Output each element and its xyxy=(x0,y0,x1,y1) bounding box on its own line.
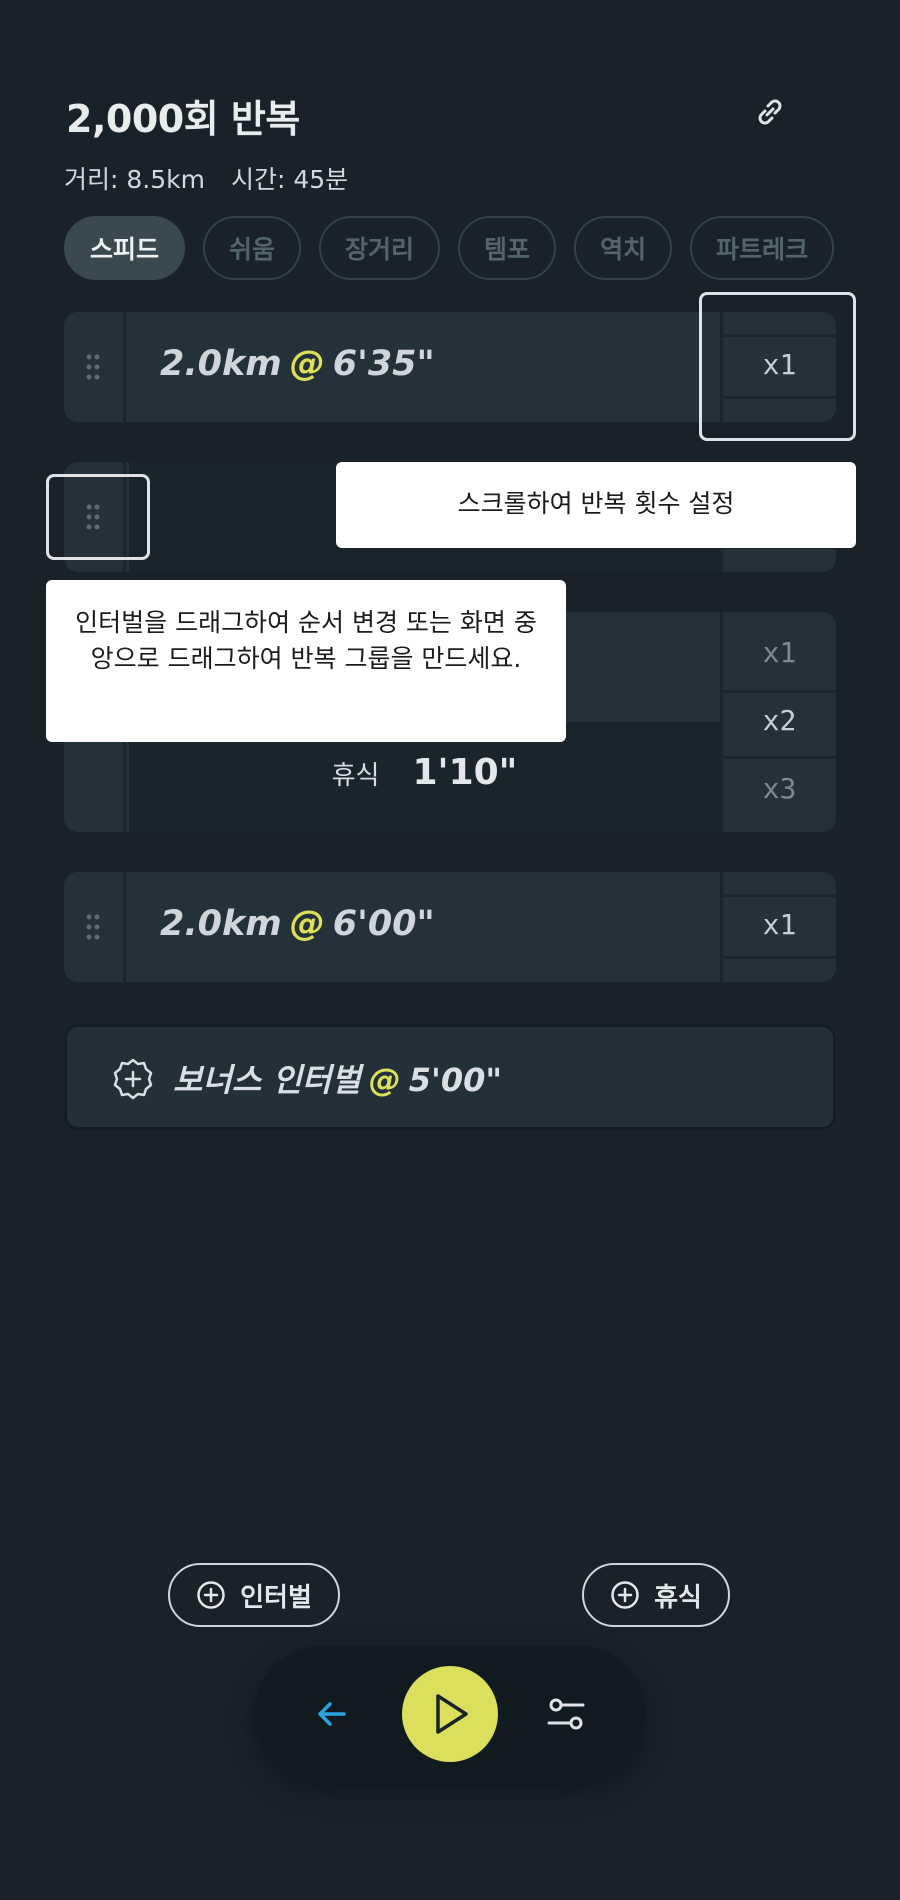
repeat-picker[interactable]: x1 x2 x3 xyxy=(720,612,836,832)
tag-fartlek[interactable]: 파트레크 xyxy=(690,216,835,280)
workout-stats: 거리: 8.5km 시간: 45분 xyxy=(64,160,348,196)
rest-time: 1'10" xyxy=(412,752,518,793)
tag-list: 스피드 쉬움 장거리 템포 역치 파트레크 xyxy=(64,216,842,280)
tag-speed[interactable]: 스피드 xyxy=(64,216,186,280)
repeat-value: x1 xyxy=(762,908,797,941)
drag-handle-icon xyxy=(86,914,100,940)
interval-card[interactable]: 2.0km @6'00" x1 xyxy=(64,872,836,982)
drag-handle-icon xyxy=(86,354,100,380)
repeat-option-selected[interactable]: x2 xyxy=(723,704,836,737)
interval-label: 2.0km @6'00" xyxy=(160,904,435,944)
add-rest-button[interactable]: 휴식 xyxy=(582,1563,730,1627)
plus-circle-icon xyxy=(197,1581,225,1609)
repeat-option[interactable]: x3 xyxy=(723,772,836,805)
page-title: 2,000회 반복 xyxy=(66,97,300,141)
rest-label: 휴식 xyxy=(331,761,380,791)
tag-long[interactable]: 장거리 xyxy=(319,216,441,280)
distance-stat: 거리: 8.5km xyxy=(64,165,205,194)
link-icon[interactable] xyxy=(752,94,788,130)
tooltip-scroll-reps: 스크롤하여 반복 횟수 설정 xyxy=(336,462,856,548)
drag-handle-highlight xyxy=(46,474,150,560)
tag-tempo[interactable]: 템포 xyxy=(458,216,557,280)
interval-label: 2.0km @6'35" xyxy=(160,344,435,384)
tooltip-drag-intervals: 인터벌을 드래그하여 순서 변경 또는 화면 중앙으로 드래그하여 반복 그룹을… xyxy=(46,580,566,742)
back-arrow-icon[interactable] xyxy=(314,1696,350,1732)
add-interval-button[interactable]: 인터벌 xyxy=(168,1563,340,1627)
plus-badge-icon xyxy=(113,1058,153,1100)
tag-threshold[interactable]: 역치 xyxy=(574,216,673,280)
repeat-picker[interactable]: x1 xyxy=(720,872,836,982)
repeat-picker-highlight xyxy=(699,292,856,441)
play-icon xyxy=(436,1694,468,1734)
play-button[interactable] xyxy=(402,1666,498,1762)
drag-handle[interactable] xyxy=(64,312,126,422)
drag-handle[interactable] xyxy=(64,872,126,982)
repeat-option[interactable]: x1 xyxy=(723,636,836,669)
plus-circle-icon xyxy=(611,1581,639,1609)
bonus-interval-button[interactable]: 보너스 인터벌 @5'00" xyxy=(64,1024,836,1130)
bottom-nav xyxy=(254,1646,646,1782)
tag-easy[interactable]: 쉬움 xyxy=(203,216,302,280)
time-stat: 시간: 45분 xyxy=(230,165,349,194)
settings-sliders-icon[interactable] xyxy=(546,1694,586,1734)
bonus-label: 보너스 인터벌 @5'00" xyxy=(173,1061,503,1099)
